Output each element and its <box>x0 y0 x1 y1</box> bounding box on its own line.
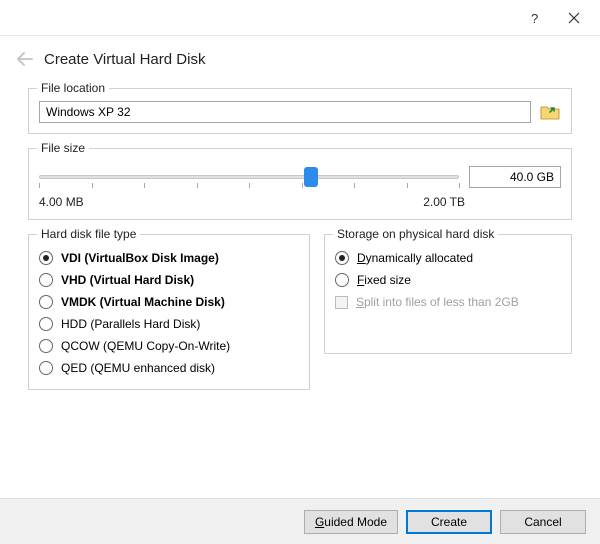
disk-type-radio[interactable]: QED (QEMU enhanced disk) <box>39 357 299 379</box>
file-location-input[interactable] <box>39 101 531 123</box>
disk-type-radio[interactable]: VMDK (Virtual Machine Disk) <box>39 291 299 313</box>
radio-label: Fixed size <box>357 273 411 287</box>
disk-type-radio[interactable]: VDI (VirtualBox Disk Image) <box>39 247 299 269</box>
guided-mode-button[interactable]: Guided Mode <box>304 510 398 534</box>
help-button[interactable]: ? <box>514 4 554 32</box>
browse-folder-icon[interactable] <box>539 101 561 123</box>
file-size-slider[interactable] <box>39 165 459 189</box>
file-location-group: File location <box>28 88 572 134</box>
radio-label: VHD (Virtual Hard Disk) <box>61 273 194 287</box>
radio-label: VMDK (Virtual Machine Disk) <box>61 295 225 309</box>
svg-text:?: ? <box>531 11 538 25</box>
file-location-legend: File location <box>37 81 109 95</box>
disk-type-radio[interactable]: VHD (Virtual Hard Disk) <box>39 269 299 291</box>
slider-thumb[interactable] <box>304 167 318 187</box>
file-size-input[interactable] <box>469 166 561 188</box>
storage-group: Storage on physical hard disk Dynamicall… <box>324 234 572 354</box>
radio-label: QED (QEMU enhanced disk) <box>61 361 215 375</box>
radio-circle-icon <box>39 361 53 375</box>
radio-label: HDD (Parallels Hard Disk) <box>61 317 200 331</box>
radio-label: VDI (VirtualBox Disk Image) <box>61 251 219 265</box>
split-label: Split into files of less than 2GB <box>356 295 519 309</box>
radio-circle-icon <box>39 273 53 287</box>
file-size-legend: File size <box>37 141 89 155</box>
size-min-label: 4.00 MB <box>39 195 84 209</box>
close-button[interactable] <box>554 4 594 32</box>
page-title: Create Virtual Hard Disk <box>44 51 205 68</box>
radio-circle-icon <box>39 251 53 265</box>
radio-circle-icon <box>39 317 53 331</box>
disk-type-legend: Hard disk file type <box>37 227 140 241</box>
disk-type-radio[interactable]: QCOW (QEMU Copy-On-Write) <box>39 335 299 357</box>
back-icon[interactable] <box>16 50 34 68</box>
radio-circle-icon <box>335 273 349 287</box>
radio-circle-icon <box>39 339 53 353</box>
disk-type-group: Hard disk file type VDI (VirtualBox Disk… <box>28 234 310 390</box>
disk-type-radio[interactable]: HDD (Parallels Hard Disk) <box>39 313 299 335</box>
storage-radio[interactable]: Dynamically allocated <box>335 247 561 269</box>
size-max-label: 2.00 TB <box>423 195 465 209</box>
radio-circle-icon <box>39 295 53 309</box>
split-checkbox: Split into files of less than 2GB <box>335 291 561 313</box>
storage-legend: Storage on physical hard disk <box>333 227 498 241</box>
radio-label: QCOW (QEMU Copy-On-Write) <box>61 339 230 353</box>
radio-label: Dynamically allocated <box>357 251 473 265</box>
storage-radio[interactable]: Fixed size <box>335 269 561 291</box>
create-button[interactable]: Create <box>406 510 492 534</box>
file-size-group: File size 4.00 MB 2.00 TB <box>28 148 572 220</box>
cancel-button[interactable]: Cancel <box>500 510 586 534</box>
checkbox-box-icon <box>335 296 348 309</box>
radio-circle-icon <box>335 251 349 265</box>
